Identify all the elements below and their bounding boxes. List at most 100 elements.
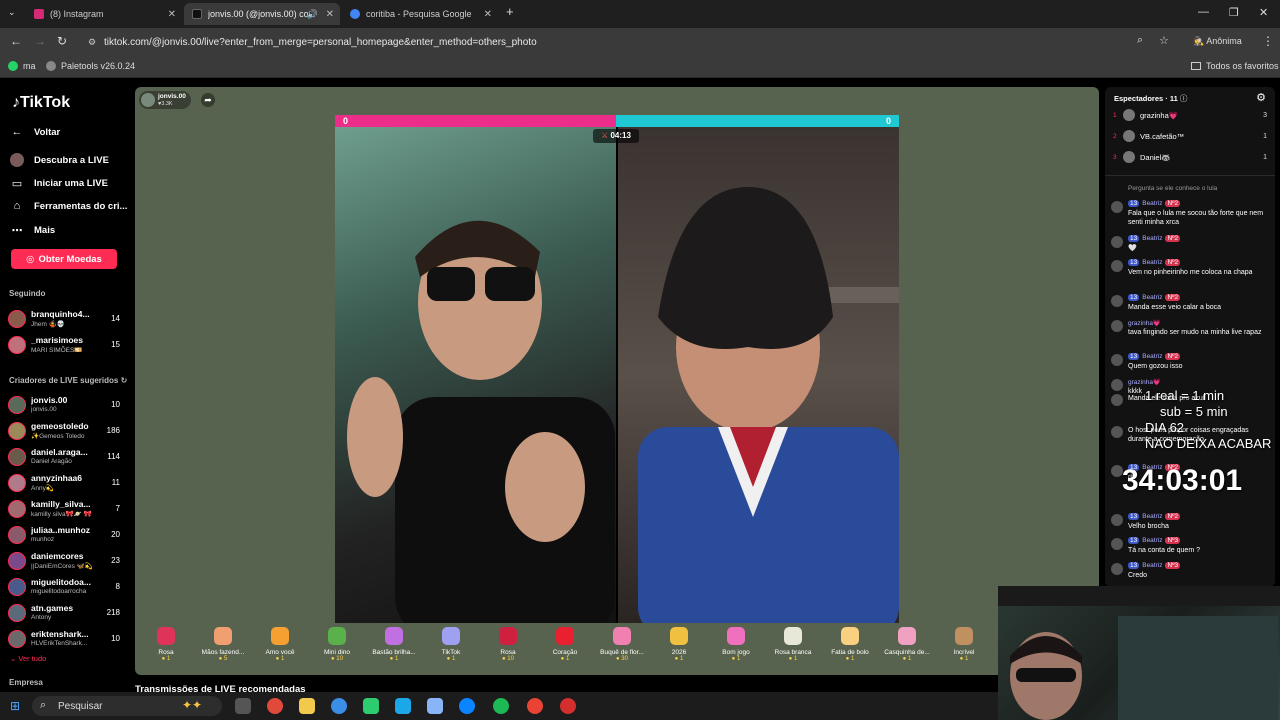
nav-discover-live[interactable]: Descubra a LIVE bbox=[10, 153, 109, 167]
account-item[interactable]: kamilly_silva... kamilly silva🎀🪐 🎀 7 bbox=[8, 498, 124, 520]
account-item[interactable]: miguelitodoa... miguelitodoarrocha 8 bbox=[8, 576, 124, 598]
tiktok-logo[interactable]: ♪TikTok bbox=[12, 94, 70, 112]
nav-creator-tools[interactable]: ⌂ Ferramentas do cri... bbox=[10, 199, 128, 213]
taskbar-search[interactable]: ⌕ Pesquisar ✦✦ bbox=[32, 696, 222, 716]
app-icon-red[interactable] bbox=[267, 698, 283, 714]
chat-text: Tá na conta de quem ? bbox=[1128, 547, 1200, 554]
refresh-icon[interactable]: ↻ bbox=[121, 376, 128, 385]
edge-icon[interactable] bbox=[459, 698, 475, 714]
folder-icon bbox=[1191, 62, 1201, 70]
account-item[interactable]: juliaa..munhoz munhoz 20 bbox=[8, 524, 124, 546]
file-explorer-icon[interactable] bbox=[299, 698, 315, 714]
host-video[interactable] bbox=[335, 127, 616, 623]
account-item[interactable]: daniemcores ||DaniEmCores 🦋💫 23 bbox=[8, 550, 124, 572]
host-tag[interactable]: jonvis.00 ♥3.3K bbox=[139, 91, 191, 109]
settings-gear-icon[interactable]: ⚙ bbox=[1256, 91, 1266, 104]
all-bookmarks[interactable]: Todos os favoritos bbox=[1191, 61, 1279, 71]
account-item[interactable]: atn.games Antony 218 bbox=[8, 602, 124, 624]
gift-item[interactable]: Amo você ● 1 bbox=[252, 627, 308, 662]
bookmark-paletools[interactable]: Paletools v26.0.24 bbox=[46, 61, 135, 71]
get-coins-button[interactable]: ◎ Obter Moedas bbox=[11, 249, 117, 269]
obs-icon[interactable] bbox=[560, 698, 576, 714]
gift-item[interactable]: Bastão brilha... ● 1 bbox=[366, 627, 422, 662]
suggested-title: Criadores de LIVE sugeridos ↻ bbox=[9, 376, 127, 385]
windows-start-icon[interactable]: ⊞ bbox=[10, 699, 20, 713]
nav-more[interactable]: ⋯ Mais bbox=[10, 223, 56, 237]
back-link[interactable]: ← Voltar bbox=[10, 125, 61, 139]
gift-item[interactable]: Rosa branca ● 1 bbox=[765, 627, 821, 662]
reload-icon[interactable]: ↻ bbox=[57, 34, 67, 48]
gift-item[interactable]: Buquê de flor... ● 30 bbox=[594, 627, 650, 662]
gift-item[interactable]: Rosa ● 10 bbox=[480, 627, 536, 662]
chrome-icon[interactable] bbox=[331, 698, 347, 714]
account-item[interactable]: daniel.araga... Daniel Aragão 114 bbox=[8, 446, 124, 468]
menu-kebab-icon[interactable]: ⋮ bbox=[1262, 34, 1274, 48]
score-left: 0 bbox=[335, 115, 616, 127]
gift-icon bbox=[784, 627, 802, 645]
new-tab-button[interactable]: + bbox=[506, 4, 514, 19]
incognito-profile[interactable]: 🕵 Anônima bbox=[1193, 36, 1242, 47]
tab-search-icon[interactable]: ⌄ bbox=[8, 7, 16, 18]
viewer-count: 11 bbox=[111, 478, 120, 487]
gift-item[interactable]: Fatia de bolo ● 1 bbox=[822, 627, 878, 662]
close-tab-icon[interactable]: ✕ bbox=[168, 9, 176, 20]
score-right: 0 bbox=[616, 115, 899, 127]
gift-item[interactable]: Rosa ● 1 bbox=[138, 627, 194, 662]
gift-item[interactable]: Coração ● 1 bbox=[537, 627, 593, 662]
forward-arrow-icon[interactable]: → bbox=[34, 34, 46, 48]
viewer-row[interactable]: 1 grazinha💗 3 bbox=[1113, 107, 1267, 123]
info-icon[interactable]: ⓘ bbox=[1180, 94, 1188, 103]
account-item[interactable]: branquinho4... Jhem 🤹💀 14 bbox=[8, 308, 124, 330]
store-icon[interactable] bbox=[395, 698, 411, 714]
close-tab-icon[interactable]: ✕ bbox=[326, 9, 334, 20]
account-item[interactable]: eriktenshark... HLVErikTenShark... 10 bbox=[8, 628, 124, 650]
minimize-button[interactable]: — bbox=[1198, 6, 1209, 18]
gift-item[interactable]: Mãos fazend... ● 5 bbox=[195, 627, 251, 662]
viewer-count: 15 bbox=[111, 340, 120, 349]
gift-price: ● 1 bbox=[423, 656, 479, 662]
gift-price: ● 10 bbox=[480, 656, 536, 662]
opponent-video[interactable] bbox=[618, 127, 899, 623]
chrome-alt-icon[interactable] bbox=[527, 698, 543, 714]
notepad-icon[interactable] bbox=[427, 698, 443, 714]
gift-icon bbox=[214, 627, 232, 645]
whatsapp-icon[interactable] bbox=[363, 698, 379, 714]
gift-name: Mini dino bbox=[323, 649, 350, 656]
viewer-row[interactable]: 2 VB.cafetão™ 1 bbox=[1113, 128, 1267, 144]
account-item[interactable]: gemeostoledo ✨Gemeos Toledo 186 bbox=[8, 420, 124, 442]
tab-instagram[interactable]: (8) Instagram ✕ bbox=[26, 3, 182, 25]
chat-header: 13 Beatriz Nº2 bbox=[1128, 294, 1181, 301]
nav-start-live[interactable]: ▭ Iniciar uma LIVE bbox=[10, 176, 108, 190]
share-icon[interactable]: ➦ bbox=[201, 93, 215, 107]
close-window-button[interactable]: ✕ bbox=[1259, 6, 1268, 19]
address-bar[interactable]: ⚙ tiktok.com/@jonvis.00/live?enter_from_… bbox=[80, 31, 1180, 53]
viewer-row[interactable]: 3 Daniel🦝 1 bbox=[1113, 149, 1267, 165]
nav-label: Ferramentas do cri... bbox=[34, 200, 128, 212]
gift-item[interactable]: Incrível ● 1 bbox=[936, 627, 992, 662]
tab-google-search[interactable]: coritiba - Pesquisa Google ✕ bbox=[342, 3, 498, 25]
account-item[interactable]: _marisimoes MARI SIMÕES💴 15 bbox=[8, 334, 124, 356]
gift-item[interactable]: Bom jogo ● 1 bbox=[708, 627, 764, 662]
account-item[interactable]: annyzinhaa6 Anny💫 11 bbox=[8, 472, 124, 494]
bookmark-star-icon[interactable]: ☆ bbox=[1159, 34, 1169, 47]
speaker-icon[interactable]: 🔊 bbox=[307, 9, 318, 20]
bookmark-whatsapp[interactable]: ma bbox=[8, 61, 36, 71]
task-view-icon[interactable] bbox=[235, 698, 251, 714]
gift-item[interactable]: 2026 ● 1 bbox=[651, 627, 707, 662]
close-tab-icon[interactable]: ✕ bbox=[484, 9, 492, 20]
site-info-icon[interactable]: ⚙ bbox=[88, 37, 96, 48]
spotify-icon[interactable] bbox=[493, 698, 509, 714]
gift-item[interactable]: Casquinha de... ● 1 bbox=[879, 627, 935, 662]
gift-item[interactable]: Mini dino ● 10 bbox=[309, 627, 365, 662]
gift-item[interactable]: TikTok ● 1 bbox=[423, 627, 479, 662]
tab-tiktok-live[interactable]: jonvis.00 (@jonvis.00) come 🔊 ✕ bbox=[184, 3, 340, 25]
see-all-link[interactable]: ⌄ Ver tudo bbox=[10, 654, 46, 663]
restore-button[interactable]: ❐ bbox=[1229, 6, 1239, 19]
account-item[interactable]: jonvis.00 jonvis.00 10 bbox=[8, 394, 124, 416]
account-name: miguelitodoa... bbox=[31, 577, 91, 587]
chat-username: Beatriz bbox=[1142, 200, 1163, 207]
gift-name: Bastão brilha... bbox=[372, 649, 416, 656]
price-value: 1 bbox=[679, 656, 684, 662]
back-arrow-icon[interactable]: ← bbox=[10, 34, 22, 48]
zoom-icon[interactable]: ⌕ bbox=[1137, 34, 1143, 47]
